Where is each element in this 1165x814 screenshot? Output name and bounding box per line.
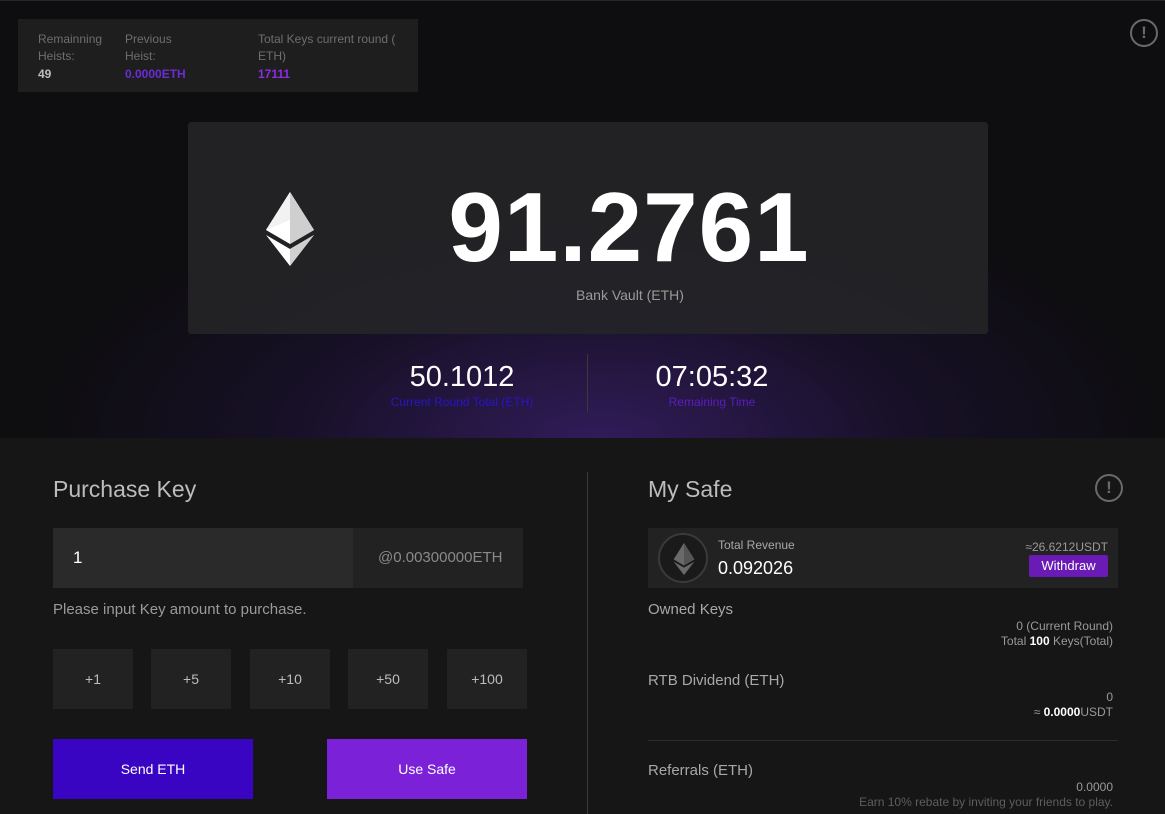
- revenue-usdt: ≈26.6212USDT: [1025, 540, 1108, 554]
- remaining-time-value: 07:05:32: [655, 361, 769, 393]
- row-divider: [648, 740, 1118, 741]
- dividend-value: 0: [1106, 690, 1113, 704]
- exclamation-circle-icon[interactable]: !: [1095, 474, 1123, 502]
- dividend-title: RTB Dividend (ETH): [648, 672, 785, 689]
- vault-label: Bank Vault (ETH): [576, 287, 684, 303]
- round-total-block: 50.1012 Current Round Total (ETH): [362, 359, 562, 409]
- dividend-usdt-suffix: USDT: [1080, 705, 1113, 719]
- ethereum-icon: [658, 533, 708, 583]
- increment-5-button[interactable]: +5: [151, 649, 231, 709]
- total-revenue-box: Total Revenue 0.092026 ≈26.6212USDT With…: [648, 528, 1118, 588]
- owned-keys-current: 0 (Current Round): [1016, 619, 1113, 633]
- stat-label: Remainning Heists:: [38, 32, 103, 63]
- stat-label: Previous Heist:: [125, 32, 172, 63]
- revenue-value: 0.092026: [718, 558, 794, 578]
- purchase-hint: Please input Key amount to purchase.: [53, 601, 307, 618]
- increment-1-button[interactable]: +1: [53, 649, 133, 709]
- increment-100-button[interactable]: +100: [447, 649, 527, 709]
- owned-keys-total: Total 100 Keys(Total): [1001, 634, 1113, 648]
- key-amount-input[interactable]: [53, 528, 353, 588]
- round-total-label: Current Round Total (ETH): [390, 395, 534, 409]
- stat-total-keys: Total Keys current round ( ETH) 17111: [258, 31, 398, 83]
- referrals-title: Referrals (ETH): [648, 762, 754, 779]
- increment-50-button[interactable]: +50: [348, 649, 428, 709]
- section-divider: [587, 472, 588, 814]
- remaining-time-block: 07:05:32 Remaining Time: [612, 359, 812, 409]
- withdraw-button[interactable]: Withdraw: [1029, 555, 1108, 577]
- exclamation-circle-icon[interactable]: !: [1130, 19, 1158, 47]
- increment-10-button[interactable]: +10: [250, 649, 330, 709]
- page: Remainning Heists: 49 Previous Heist: 0.…: [0, 0, 1165, 814]
- stat-value: 0.0000ETH: [125, 67, 186, 81]
- vault-amount: 91.2761: [448, 172, 810, 282]
- my-safe-title: My Safe: [648, 476, 733, 502]
- stat-label: Total Keys current round ( ETH): [258, 32, 396, 63]
- key-price: @0.00300000ETH: [353, 528, 523, 588]
- dividend-usdt-prefix: ≈: [1033, 705, 1044, 719]
- owned-total-number: 100: [1029, 634, 1050, 648]
- owned-total-suffix: Keys(Total): [1049, 634, 1113, 648]
- send-eth-button[interactable]: Send ETH: [53, 739, 253, 799]
- use-safe-button[interactable]: Use Safe: [327, 739, 527, 799]
- stat-value: 49: [38, 67, 52, 81]
- stat-remaining-heists: Remainning Heists: 49: [38, 31, 118, 83]
- owned-keys-title: Owned Keys: [648, 601, 734, 618]
- dividend-usdt-number: 0.0000: [1043, 705, 1081, 719]
- hero-section: Remainning Heists: 49 Previous Heist: 0.…: [0, 0, 1165, 438]
- remaining-time-label: Remaining Time: [668, 395, 756, 409]
- round-total-value: 50.1012: [409, 361, 515, 393]
- revenue-label: Total Revenue: [718, 538, 795, 552]
- referrals-value: 0.0000: [1076, 780, 1113, 794]
- owned-total-prefix: Total: [1000, 634, 1030, 648]
- referrals-note: Earn 10% rebate by inviting your friends…: [859, 795, 1113, 809]
- purchase-key-title: Purchase Key: [53, 476, 197, 502]
- dividend-usdt: ≈ 0.0000USDT: [1034, 705, 1113, 719]
- stat-value: 17111: [258, 67, 291, 81]
- bank-vault-card: 91.2761 Bank Vault (ETH): [188, 122, 988, 334]
- stats-panel: Remainning Heists: 49 Previous Heist: 0.…: [18, 19, 418, 92]
- stat-previous-heist: Previous Heist: 0.0000ETH: [125, 31, 195, 83]
- round-divider: [587, 354, 588, 412]
